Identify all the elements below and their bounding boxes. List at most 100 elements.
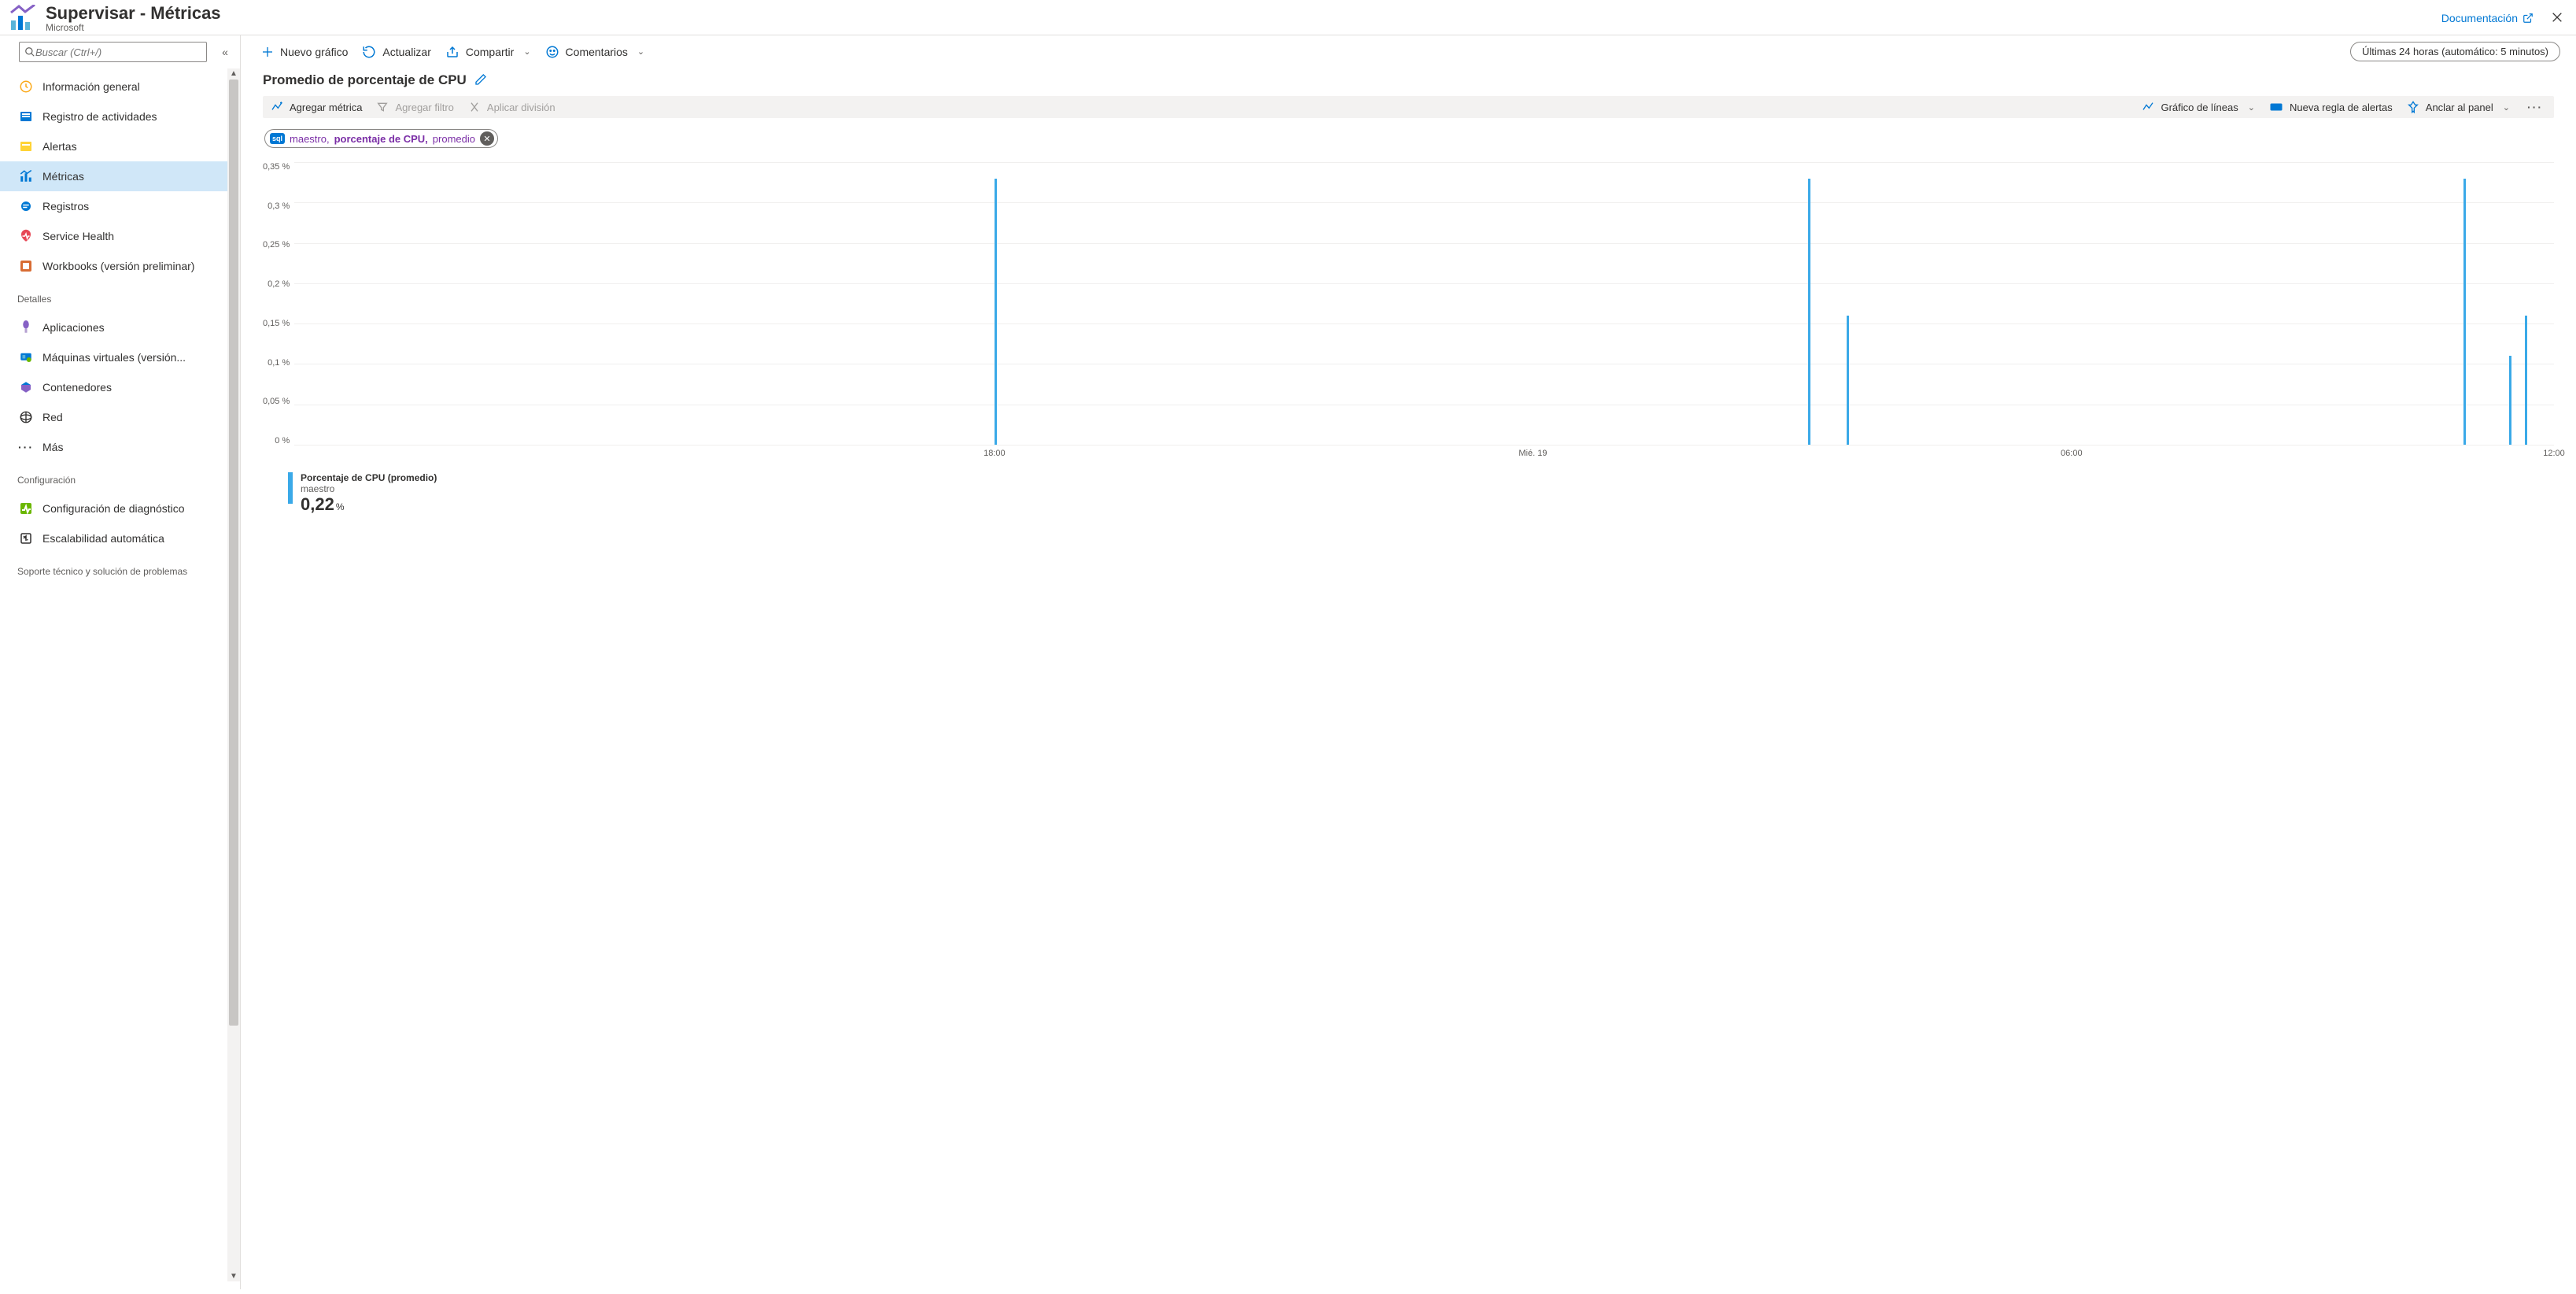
sidebar-scrollbar[interactable]: ▲ ▼ <box>227 68 240 1281</box>
pin-label: Anclar al panel <box>2426 102 2493 113</box>
new-chart-button[interactable]: Nuevo gráfico <box>261 46 348 58</box>
pill-remove-button[interactable]: ✕ <box>480 131 494 146</box>
apply-split-button[interactable]: Aplicar división <box>468 101 555 113</box>
sidebar-item-label: Aplicaciones <box>42 321 105 334</box>
share-button[interactable]: Compartir ⌄ <box>445 45 531 59</box>
filter-icon <box>376 101 389 113</box>
sidebar-item-label: Registros <box>42 200 89 213</box>
monitor-logo-icon <box>8 5 39 31</box>
page-title: Supervisar - Métricas <box>46 3 221 24</box>
sidebar-item[interactable]: Métricas <box>0 161 240 191</box>
sidebar-item[interactable]: Información general <box>0 72 240 102</box>
sidebar: « Información general Registro de activid… <box>0 35 240 1289</box>
sidebar-item-label: Información general <box>42 80 140 93</box>
sidebar-item[interactable]: Contenedores <box>0 372 240 402</box>
add-metric-label: Agregar métrica <box>290 102 362 113</box>
alert-icon <box>2269 102 2283 113</box>
share-icon <box>445 45 459 59</box>
chart-spike <box>2463 179 2466 445</box>
sidebar-item[interactable]: ···Más <box>0 432 240 462</box>
chart-spike <box>2525 316 2527 445</box>
chart-title: Promedio de porcentaje de CPU <box>263 72 467 88</box>
new-alert-rule-button[interactable]: Nueva regla de alertas <box>2269 102 2393 113</box>
add-filter-button[interactable]: Agregar filtro <box>376 101 453 113</box>
new-chart-label: Nuevo gráfico <box>280 46 348 58</box>
page-header: Supervisar - Métricas Microsoft Document… <box>0 0 2576 35</box>
chart-y-axis: 0,35 %0,3 %0,25 %0,2 %0,15 %0,1 %0,05 %0… <box>263 162 294 446</box>
sidebar-item-icon <box>19 531 33 545</box>
sidebar-item-icon <box>19 229 33 243</box>
chart-spike <box>1808 179 1810 445</box>
sidebar-item-label: Métricas <box>42 170 84 183</box>
search-input-wrapper[interactable] <box>19 42 207 62</box>
chevron-down-icon: ⌄ <box>523 46 530 57</box>
collapse-sidebar-button[interactable]: « <box>216 46 234 58</box>
search-input[interactable] <box>35 46 201 58</box>
sidebar-item[interactable]: Registro de actividades <box>0 102 240 131</box>
chart-type-selector[interactable]: Gráfico de líneas ⌄ <box>2142 101 2255 113</box>
sidebar-section-details: Detalles <box>0 281 240 308</box>
close-button[interactable] <box>2551 11 2563 26</box>
plus-icon <box>261 46 274 58</box>
refresh-icon <box>362 45 376 59</box>
split-icon <box>468 101 481 113</box>
more-button[interactable]: ··· <box>2524 101 2546 113</box>
add-metric-button[interactable]: Agregar métrica <box>271 101 362 113</box>
pin-button[interactable]: Anclar al panel ⌄ <box>2407 101 2510 113</box>
time-range-selector[interactable]: Últimas 24 horas (automático: 5 minutos) <box>2350 42 2560 61</box>
legend-value: 0,22 <box>301 494 334 514</box>
chevron-down-icon: ⌄ <box>2248 102 2255 113</box>
sidebar-item-icon <box>19 199 33 213</box>
refresh-label: Actualizar <box>382 46 430 58</box>
close-icon <box>2551 11 2563 24</box>
sidebar-item[interactable]: Alertas <box>0 131 240 161</box>
new-alert-rule-label: Nueva regla de alertas <box>2290 102 2393 113</box>
sidebar-section-support: Soporte técnico y solución de problemas <box>0 553 240 580</box>
sidebar-section-config: Configuración <box>0 462 240 489</box>
sidebar-item[interactable]: Aplicaciones <box>0 312 240 342</box>
metric-pill[interactable]: sql maestro, porcentaje de CPU, promedio… <box>264 129 498 148</box>
sidebar-item-icon <box>19 109 33 124</box>
chart-spike <box>2509 356 2511 445</box>
feedback-button[interactable]: Comentarios ⌄ <box>545 45 645 59</box>
feedback-label: Comentarios <box>566 46 628 58</box>
sidebar-item[interactable]: Máquinas virtuales (versión... <box>0 342 240 372</box>
legend-resource-name: maestro <box>301 483 437 494</box>
legend-unit: % <box>336 501 345 512</box>
sidebar-item-icon <box>19 501 33 516</box>
pill-aggregation: promedio <box>433 133 475 145</box>
scroll-up-icon: ▲ <box>227 69 240 78</box>
edit-title-button[interactable] <box>474 73 487 88</box>
sidebar-item[interactable]: Red <box>0 402 240 432</box>
time-range-label: Últimas 24 horas (automático: 5 minutos) <box>2362 46 2548 57</box>
chart-spike <box>995 179 997 445</box>
smiley-icon <box>545 45 559 59</box>
sidebar-item-label: Service Health <box>42 230 114 242</box>
pill-resource: maestro, <box>290 133 330 145</box>
chevron-down-icon: ⌄ <box>637 46 644 57</box>
sidebar-item[interactable]: Escalabilidad automática <box>0 523 240 553</box>
sidebar-item[interactable]: Registros <box>0 191 240 221</box>
share-label: Compartir <box>466 46 514 58</box>
sidebar-item[interactable]: Workbooks (versión preliminar) <box>0 251 240 281</box>
sidebar-item-icon <box>19 380 33 394</box>
chart-toolbar: Agregar métrica Agregar filtro Aplicar d… <box>263 96 2554 118</box>
pin-icon <box>2407 101 2419 113</box>
legend-series-name: Porcentaje de CPU (promedio) <box>301 472 437 483</box>
scrollbar-thumb[interactable] <box>229 79 238 1026</box>
sidebar-item-label: Red <box>42 411 63 423</box>
sidebar-item-icon <box>19 410 33 424</box>
documentation-label: Documentación <box>2441 12 2518 24</box>
sidebar-item-label: Contenedores <box>42 381 112 394</box>
sidebar-item[interactable]: Service Health <box>0 221 240 251</box>
sidebar-item[interactable]: Configuración de diagnóstico <box>0 494 240 523</box>
sidebar-item-label: Configuración de diagnóstico <box>42 502 185 515</box>
apply-split-label: Aplicar división <box>487 102 555 113</box>
refresh-button[interactable]: Actualizar <box>362 45 430 59</box>
chart-type-label: Gráfico de líneas <box>2161 102 2238 113</box>
chart-plot-area[interactable] <box>294 162 2554 446</box>
sidebar-item-label: Alertas <box>42 140 77 153</box>
external-link-icon <box>2522 13 2534 24</box>
sidebar-item-label: Workbooks (versión preliminar) <box>42 260 194 272</box>
documentation-link[interactable]: Documentación <box>2441 12 2534 24</box>
